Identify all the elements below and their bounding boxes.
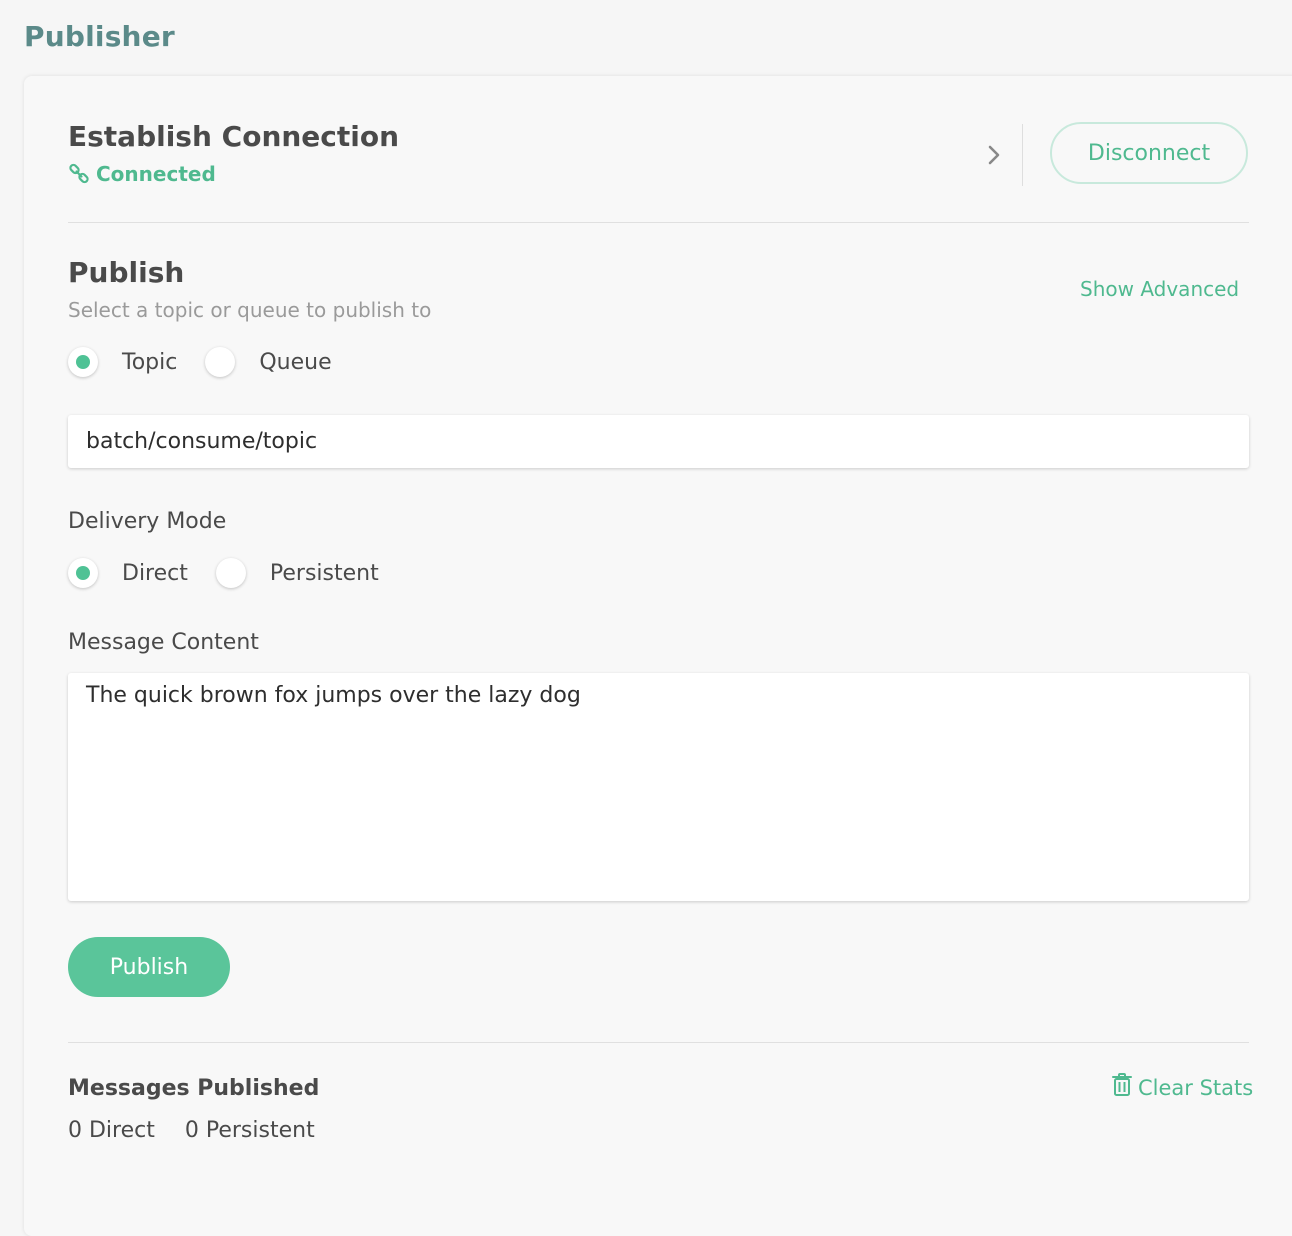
delivery-mode-label: Delivery Mode: [68, 509, 227, 534]
radio-persistent-label: Persistent: [269, 560, 379, 586]
messages-published-heading: Messages Published: [68, 1076, 320, 1101]
section-divider: [68, 222, 1249, 223]
radio-topic[interactable]: Topic: [68, 347, 177, 377]
message-content-label: Message Content: [68, 630, 259, 655]
stats-divider: [68, 1042, 1249, 1043]
radio-persistent[interactable]: Persistent: [215, 558, 379, 588]
messages-published-counts: 0 Direct 0 Persistent: [68, 1118, 315, 1143]
radio-selected-dot: [76, 566, 90, 580]
chevron-right-icon[interactable]: [982, 140, 1006, 170]
clear-stats-label: Clear Stats: [1138, 1075, 1254, 1100]
link-icon: [68, 163, 90, 185]
radio-topic-label: Topic: [122, 349, 178, 375]
destination-input[interactable]: batch/consume/topic: [68, 415, 1249, 468]
trash-icon: [1112, 1073, 1132, 1102]
publish-heading: Publish: [68, 256, 185, 289]
persistent-count: 0 Persistent: [184, 1118, 315, 1143]
radio-circle[interactable]: [215, 558, 246, 588]
clear-stats-button[interactable]: Clear Stats: [1112, 1073, 1253, 1102]
radio-queue[interactable]: Queue: [205, 347, 332, 377]
delivery-mode-group: Direct Persistent: [68, 558, 407, 588]
radio-queue-label: Queue: [259, 349, 332, 375]
message-content-textarea[interactable]: The quick brown fox jumps over the lazy …: [68, 673, 1249, 901]
page-title: Publisher: [24, 20, 175, 53]
publish-button[interactable]: Publish: [68, 937, 230, 997]
radio-circle[interactable]: [205, 347, 236, 377]
radio-circle[interactable]: [68, 558, 98, 588]
publisher-card: Establish Connection Connected Disconnec…: [24, 76, 1292, 1236]
show-advanced-link[interactable]: Show Advanced: [1080, 277, 1239, 301]
connection-status: Connected: [68, 162, 216, 186]
direct-count: 0 Direct: [68, 1118, 155, 1143]
destination-type-group: Topic Queue: [68, 347, 360, 377]
radio-selected-dot: [76, 355, 90, 369]
radio-circle[interactable]: [68, 347, 98, 377]
radio-direct[interactable]: Direct: [68, 558, 188, 588]
vertical-divider: [1022, 124, 1023, 186]
connection-heading: Establish Connection: [68, 120, 400, 153]
publish-subtitle: Select a topic or queue to publish to: [68, 298, 432, 322]
disconnect-button[interactable]: Disconnect: [1050, 122, 1248, 184]
radio-direct-label: Direct: [122, 560, 188, 586]
connection-status-label: Connected: [96, 162, 216, 186]
